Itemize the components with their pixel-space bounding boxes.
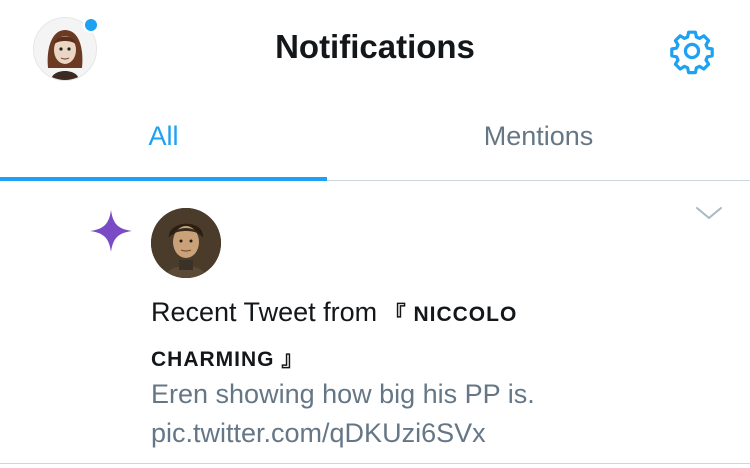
page-title: Notifications (275, 28, 475, 65)
notification-item[interactable]: Recent Tweet from 『 Niccolo Charming 』 E… (0, 181, 750, 464)
gear-icon[interactable] (668, 27, 716, 75)
author-avatar[interactable] (151, 208, 221, 278)
chevron-down-icon[interactable] (694, 203, 724, 223)
notification-text: Recent Tweet from 『 Niccolo Charming 』 (151, 291, 621, 381)
tweet-text: Eren showing how big his PP is. (151, 379, 535, 409)
tweet-link[interactable]: pic.twitter.com/qDKUzi6SVx (151, 414, 711, 453)
author-avatar-image (151, 208, 221, 278)
tweet-snippet[interactable]: Eren showing how big his PP is. pic.twit… (151, 375, 711, 453)
sparkle-icon (90, 210, 132, 252)
header: Notifications (0, 0, 750, 96)
notification-prefix: Recent Tweet from (151, 297, 378, 327)
tab-all[interactable]: All (0, 96, 327, 180)
tab-bar: All Mentions (0, 96, 750, 181)
tab-mentions[interactable]: Mentions (327, 96, 750, 180)
